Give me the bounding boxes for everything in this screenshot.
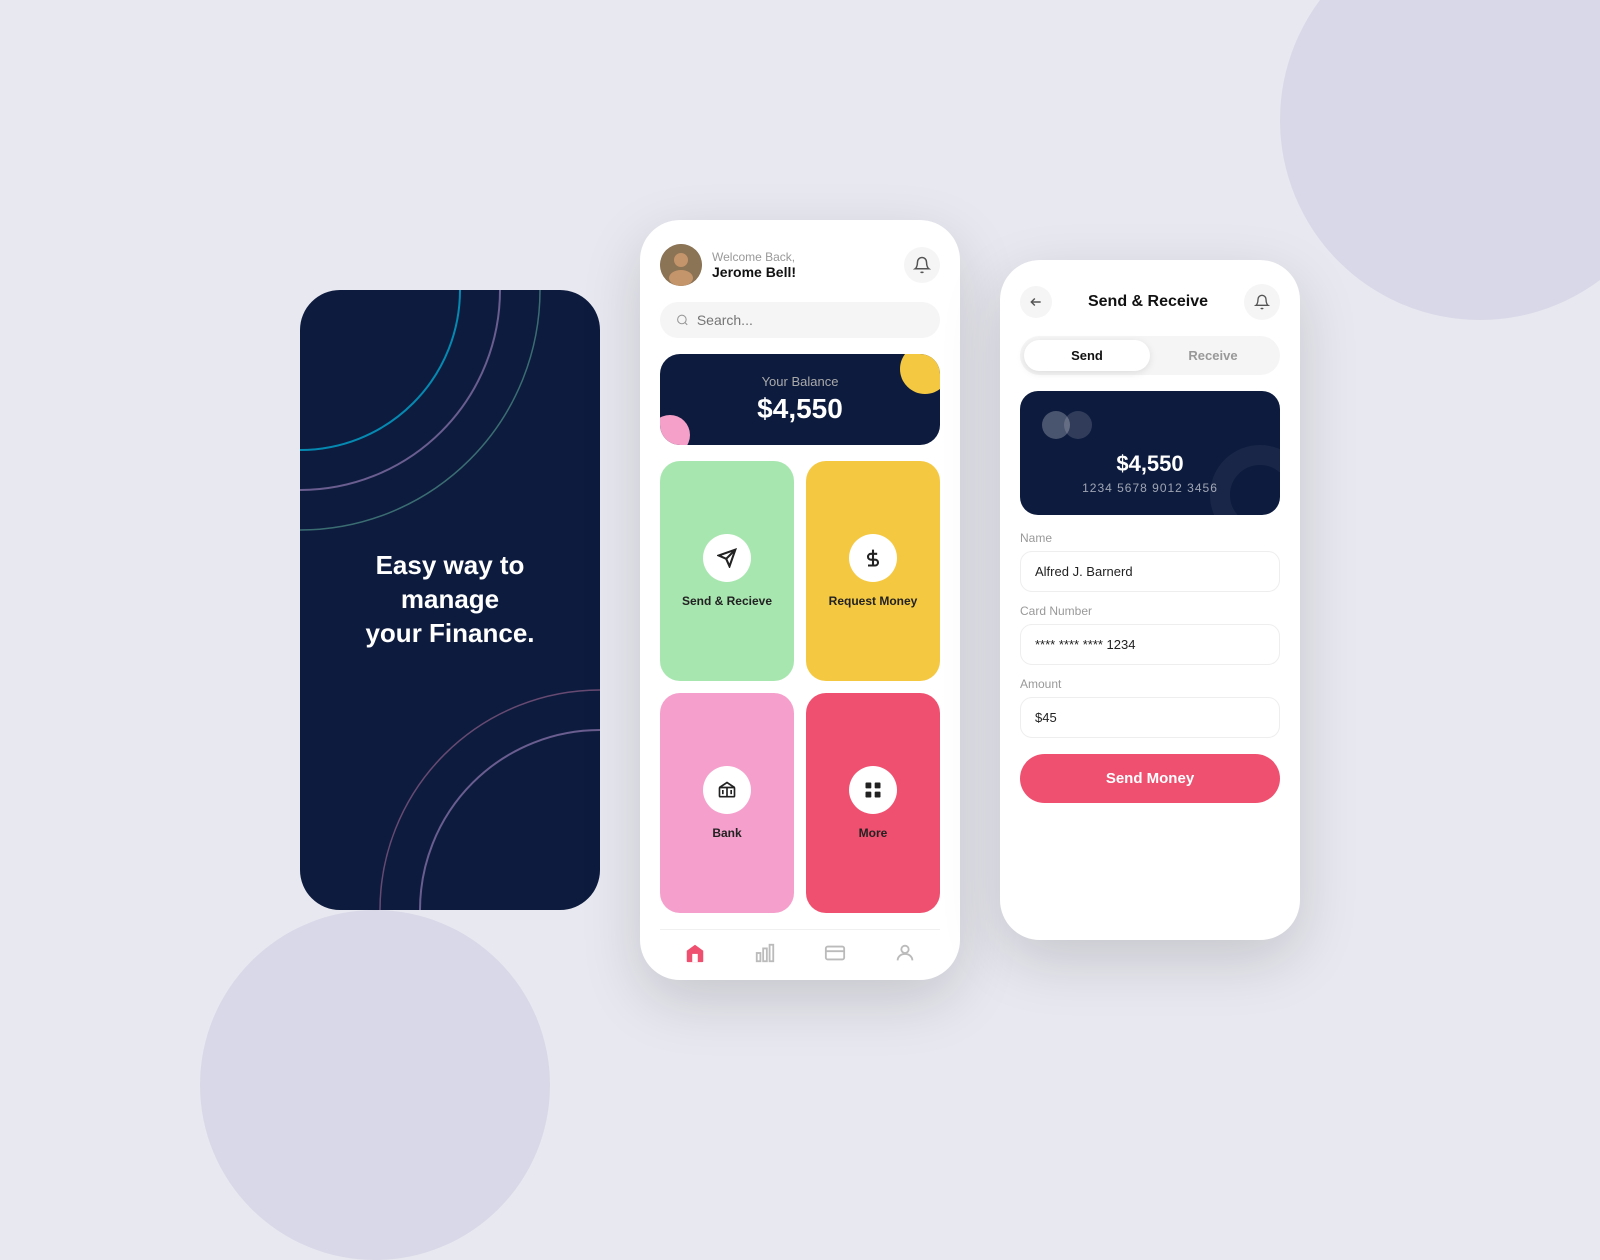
more-icon-circle <box>849 766 897 814</box>
card-number-label: Card Number <box>1020 604 1280 618</box>
credit-card: $4,550 1234 5678 9012 3456 <box>1020 391 1280 515</box>
welcome-text-block: Welcome Back, Jerome Bell! <box>712 250 796 280</box>
card-chip <box>1042 411 1258 439</box>
bottom-nav <box>660 929 940 964</box>
send-form: Name Card Number Amount <box>1020 531 1280 750</box>
action-send-receive[interactable]: Send & Recieve <box>660 461 794 681</box>
tab-receive[interactable]: Receive <box>1150 340 1276 371</box>
nav-profile[interactable] <box>894 942 916 964</box>
chip-right <box>1064 411 1092 439</box>
user-info: Welcome Back, Jerome Bell! <box>660 244 796 286</box>
send-header: Send & Receive <box>1020 284 1280 320</box>
send-receive-title: Send & Receive <box>1088 293 1208 311</box>
bank-label: Bank <box>712 826 741 840</box>
splash-headline: Easy way to manage your Finance. <box>300 549 600 650</box>
back-button[interactable] <box>1020 286 1052 318</box>
phone-home-wrapper: Welcome Back, Jerome Bell! Your Balanc <box>640 220 960 980</box>
send-receive-label: Send & Recieve <box>682 594 772 608</box>
bank-icon-circle <box>703 766 751 814</box>
tab-send[interactable]: Send <box>1024 340 1150 371</box>
action-request-money[interactable]: Request Money <box>806 461 940 681</box>
phone-send-wrapper: Send & Receive Send Receive $4,550 1234 … <box>1000 260 1300 940</box>
send-receive-screen: Send & Receive Send Receive $4,550 1234 … <box>1000 260 1300 940</box>
search-input[interactable] <box>697 312 924 328</box>
home-screen: Welcome Back, Jerome Bell! Your Balanc <box>640 220 960 980</box>
nav-card[interactable] <box>824 942 846 964</box>
balance-amount: $4,550 <box>684 393 916 425</box>
request-money-icon-circle <box>849 534 897 582</box>
balance-card: Your Balance $4,550 <box>660 354 940 445</box>
name-label: Name <box>1020 531 1280 545</box>
amount-label: Amount <box>1020 677 1280 691</box>
action-bank[interactable]: Bank <box>660 693 794 913</box>
balance-label: Your Balance <box>684 374 916 389</box>
notification-bell[interactable] <box>904 247 940 283</box>
splash-screen: Easy way to manage your Finance. <box>300 290 600 910</box>
phone-splash-wrapper: Easy way to manage your Finance. <box>300 290 600 910</box>
name-input[interactable] <box>1020 551 1280 592</box>
card-number-input[interactable] <box>1020 624 1280 665</box>
send-money-button[interactable]: Send Money <box>1020 754 1280 803</box>
welcome-name: Jerome Bell! <box>712 264 796 280</box>
tab-group: Send Receive <box>1020 336 1280 375</box>
nav-home[interactable] <box>684 942 706 964</box>
nav-chart[interactable] <box>754 942 776 964</box>
welcome-sub: Welcome Back, <box>712 250 796 264</box>
avatar <box>660 244 702 286</box>
search-icon <box>676 313 689 327</box>
home-header: Welcome Back, Jerome Bell! <box>660 244 940 286</box>
action-grid: Send & Recieve Request Money <box>660 461 940 913</box>
more-label: More <box>859 826 888 840</box>
send-receive-icon-circle <box>703 534 751 582</box>
amount-input[interactable] <box>1020 697 1280 738</box>
send-notification-bell[interactable] <box>1244 284 1280 320</box>
search-bar[interactable] <box>660 302 940 338</box>
request-money-label: Request Money <box>829 594 918 608</box>
action-more[interactable]: More <box>806 693 940 913</box>
